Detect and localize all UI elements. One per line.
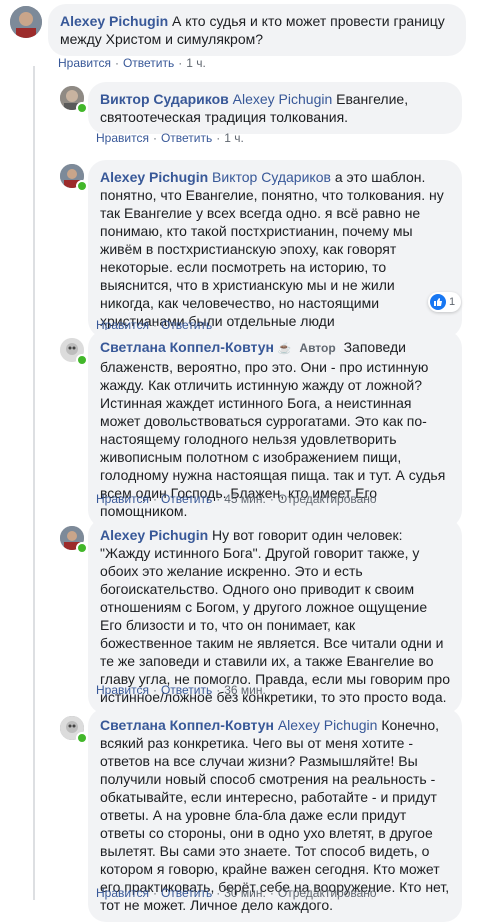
mention-tag[interactable]: Alexey Pichugin bbox=[233, 91, 333, 107]
mention-tag[interactable]: Виктор Судариков bbox=[212, 169, 331, 185]
edited-label[interactable]: Отредактировано bbox=[278, 492, 377, 506]
author-badge: Автор bbox=[299, 341, 336, 355]
reply-button[interactable]: Ответить bbox=[123, 56, 174, 70]
online-indicator bbox=[76, 102, 88, 114]
mention-tag[interactable]: Alexey Pichugin bbox=[278, 717, 378, 733]
online-indicator bbox=[76, 542, 88, 554]
reply-button[interactable]: Ответить bbox=[161, 492, 212, 506]
comment-actions: Нравится · Ответить · 45 мин. · Отредактирован… bbox=[96, 492, 377, 506]
comment-text: Ну вот говорит один человек: "Жажду исти… bbox=[100, 527, 450, 705]
like-button[interactable]: Нравится bbox=[96, 492, 149, 506]
author-name[interactable]: Виктор Судариков bbox=[100, 91, 229, 107]
avatar[interactable] bbox=[10, 6, 42, 38]
reply-button[interactable]: Ответить bbox=[161, 886, 212, 900]
reply-button[interactable]: Ответить bbox=[161, 683, 212, 697]
comment-actions: Нравится · Ответить · 30 мин. · Отредактирован… bbox=[96, 886, 377, 900]
comment-bubble: Виктор Судариков Alexey Pichugin Евангел… bbox=[88, 82, 462, 134]
online-indicator bbox=[76, 180, 88, 192]
comment-actions: Нравится · Ответить · 1 ч. bbox=[96, 131, 244, 145]
comment-text: Конечно, всякий раз конкретика. Чего вы … bbox=[100, 717, 450, 913]
thumbs-up-icon bbox=[430, 294, 446, 310]
edited-label[interactable]: Отредактировано bbox=[278, 886, 377, 900]
reply-thread-line bbox=[33, 66, 35, 900]
comment-bubble: Alexey Pichugin Виктор Судариков а это ш… bbox=[88, 160, 462, 338]
comment-actions: Нравится · Ответить · 1 ч. bbox=[58, 56, 206, 70]
timestamp[interactable]: 45 мин. bbox=[224, 492, 266, 506]
author-name[interactable]: Alexey Pichugin bbox=[60, 13, 168, 29]
online-indicator bbox=[76, 732, 88, 744]
comment-bubble: Alexey Pichugin А кто судья и кто может … bbox=[48, 4, 466, 56]
mug-icon: ☕ bbox=[277, 343, 292, 355]
timestamp[interactable]: 30 мин. bbox=[224, 886, 266, 900]
author-name[interactable]: Alexey Pichugin bbox=[100, 527, 208, 543]
like-button[interactable]: Нравится bbox=[96, 886, 149, 900]
like-button[interactable]: Нравится bbox=[58, 56, 111, 70]
timestamp[interactable]: 36 мин. bbox=[224, 683, 266, 697]
like-button[interactable]: Нравится bbox=[96, 683, 149, 697]
comment-text: а это шаблон. понятно, что Евангелие, по… bbox=[100, 169, 444, 329]
author-name[interactable]: Светлана Коппел-Ковтун bbox=[100, 339, 274, 355]
reply-button[interactable]: Ответить bbox=[161, 131, 212, 145]
author-name[interactable]: Alexey Pichugin bbox=[100, 169, 208, 185]
timestamp[interactable]: 1 ч. bbox=[186, 56, 206, 70]
timestamp[interactable]: 1 ч. bbox=[224, 131, 244, 145]
comment-actions: Нравится · Ответить · 36 мин. bbox=[96, 683, 266, 697]
author-name[interactable]: Светлана Коппел-Ковтун bbox=[100, 717, 274, 733]
online-indicator bbox=[76, 354, 88, 366]
like-button[interactable]: Нравится bbox=[96, 131, 149, 145]
reaction-count[interactable]: 1 bbox=[428, 292, 462, 312]
